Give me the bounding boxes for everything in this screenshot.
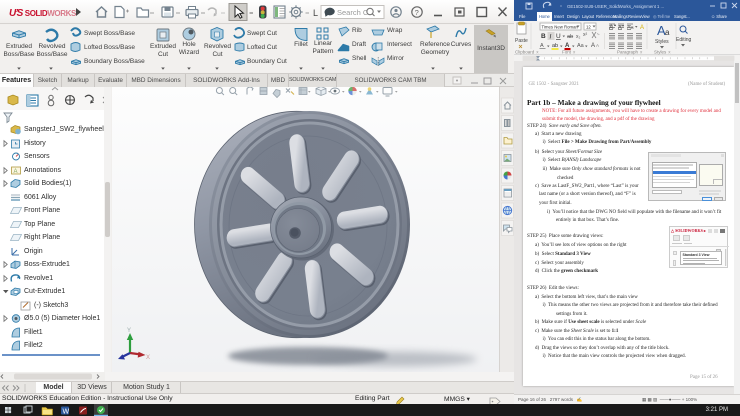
svg-text:Paste: Paste — [515, 38, 528, 44]
svg-text:X: X — [146, 355, 150, 361]
svg-text:Aa: Aa — [577, 43, 585, 49]
svg-text:▴: ▴ — [614, 22, 616, 27]
svg-text:ab: ab — [567, 34, 573, 40]
svg-text:A: A — [591, 43, 595, 49]
svg-text:Search C: Search C — [337, 8, 369, 17]
svg-text:I: I — [550, 34, 552, 41]
svg-text:A: A — [640, 25, 644, 31]
svg-text:12: 12 — [586, 24, 591, 29]
svg-text:B: B — [541, 33, 546, 40]
svg-text:a: a — [665, 28, 670, 37]
svg-text:⤷: ⤷ — [597, 31, 600, 36]
svg-text:?: ? — [415, 8, 419, 17]
svg-text:Times New Roman: Times New Roman — [542, 24, 579, 29]
svg-text:x₂: x₂ — [576, 34, 581, 40]
svg-text:Paragraph ⌅: Paragraph ⌅ — [617, 50, 643, 55]
svg-text:x²: x² — [583, 32, 588, 38]
svg-text:Y: Y — [127, 328, 131, 334]
svg-text:A: A — [14, 169, 18, 175]
svg-text:Editing: Editing — [676, 37, 692, 43]
svg-text:W: W — [63, 409, 70, 416]
svg-text:Font ⌅: Font ⌅ — [562, 50, 576, 55]
svg-text:Styles ⌅: Styles ⌅ — [654, 50, 672, 55]
svg-text:U: U — [556, 33, 561, 40]
svg-text:A: A — [596, 43, 599, 48]
svg-text:Clipboard ⌅: Clipboard ⌅ — [515, 50, 540, 55]
svg-text:Styles: Styles — [655, 39, 669, 45]
svg-text:L: L — [313, 8, 318, 18]
